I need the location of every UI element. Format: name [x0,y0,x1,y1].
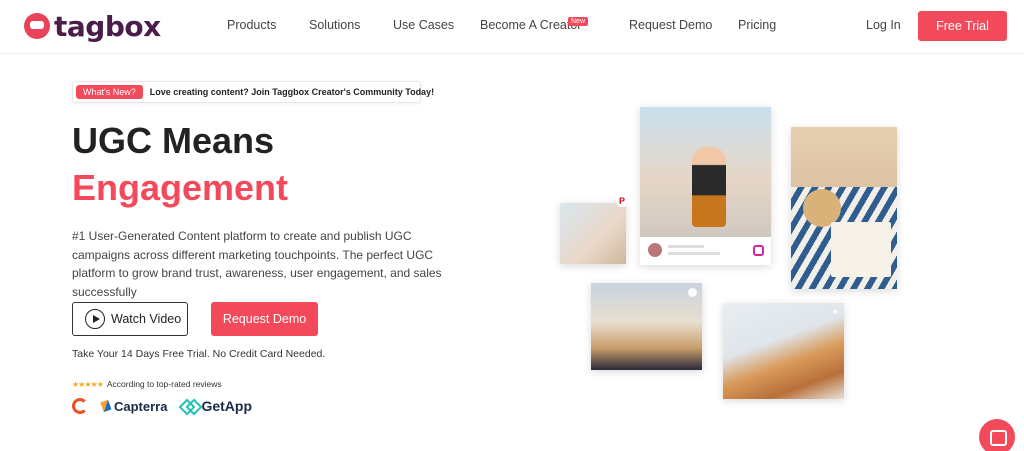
hand-photo [560,203,626,264]
watch-video-button[interactable]: Watch Video [72,302,188,336]
announcement-message: Love creating content? Join Taggbox Crea… [149,87,435,97]
nav-products[interactable]: Products [227,18,276,32]
food-photo: ✦ [723,303,844,399]
festival-image [591,283,702,370]
nav-become-a-creator[interactable]: Become A Creator [480,18,581,32]
username-placeholder [668,245,704,248]
g2-logo-icon [72,398,88,414]
nav-use-cases[interactable]: Use Cases [393,18,454,32]
beach-photo [791,127,897,289]
instagram-post-footer [640,237,771,265]
getapp-icon [181,401,197,411]
instagram-post-card [640,107,771,265]
facebook-icon [688,288,697,297]
caption-placeholder [668,252,720,255]
nav-solutions[interactable]: Solutions [309,18,360,32]
announcement-bar[interactable]: What's New? Love creating content? Join … [72,81,434,103]
rating-text: According to top-rated reviews [106,379,222,389]
person-figure [692,147,726,227]
rating-row: ★★★★★ According to top-rated reviews [72,379,222,389]
instagram-post-image [640,107,771,237]
getapp-text: GetApp [201,398,253,414]
hero-title-line1: UGC Means [72,120,275,161]
capterra-logo: Capterra [100,398,168,414]
free-trial-button[interactable]: Free Trial [918,11,1007,41]
nav-request-demo[interactable]: Request Demo [629,18,712,32]
login-link[interactable]: Log In [866,18,901,32]
new-badge: New [568,17,589,26]
chat-widget-icon[interactable] [979,419,1015,451]
site-header: tagbox Products Solutions Use Cases Beco… [0,0,1024,54]
request-demo-button[interactable]: Request Demo [211,302,318,336]
whats-new-badge: What's New? [76,85,143,99]
rating-stars: ★★★★★ [72,379,104,389]
hero-description: #1 User-Generated Content platform to cr… [72,229,442,299]
food-image [723,303,844,399]
avatar [648,243,662,257]
capterra-text: Capterra [114,398,168,414]
getapp-logo: GetApp [181,398,252,414]
twitter-icon: ✦ [831,307,839,317]
watch-video-label: Watch Video [111,312,182,326]
capterra-icon [100,399,112,413]
sand-area [791,127,897,187]
trial-note: Take Your 14 Days Free Trial. No Credit … [72,348,326,360]
pinterest-icon: P [616,195,628,207]
nav-pricing[interactable]: Pricing [738,18,776,32]
instagram-icon [753,245,764,256]
hand-image [560,203,626,264]
hero-title-line2: Engagement [72,167,289,208]
festival-photo [591,283,702,370]
play-icon [85,309,105,329]
open-book [831,222,891,277]
review-brands: Capterra GetApp [72,398,252,414]
